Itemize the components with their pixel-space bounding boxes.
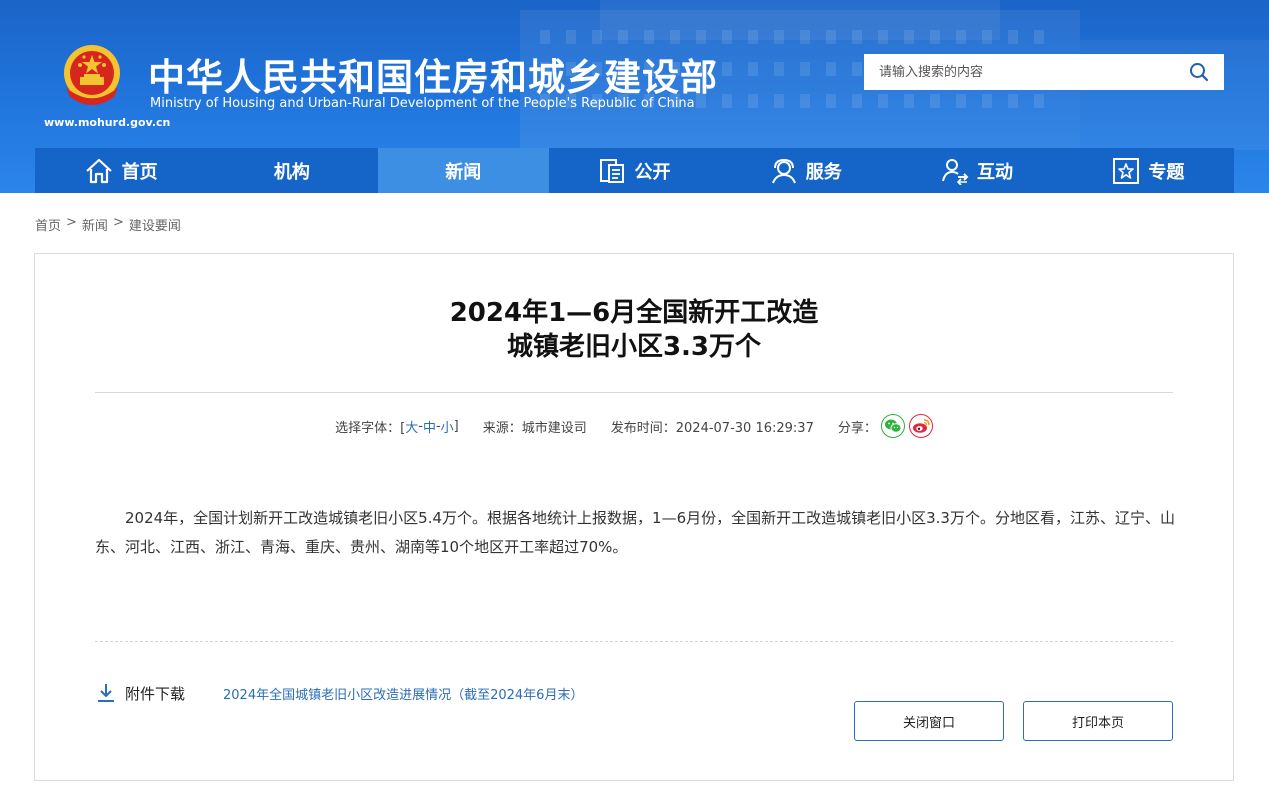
- share-group: 分享：: [838, 414, 933, 438]
- nav-item-label: 互动: [977, 161, 1014, 183]
- article-title-line: 2024年1—6月全国新开工改造: [449, 298, 819, 328]
- font-size-medium[interactable]: 中: [423, 417, 436, 436]
- attachment-label: 附件下载: [125, 684, 186, 703]
- print-page-button[interactable]: 打印本页: [1023, 701, 1173, 741]
- breadcrumb-news[interactable]: 新闻: [82, 215, 108, 234]
- nav-item-label: 公开: [634, 161, 671, 183]
- nav-item-topics[interactable]: 专题: [1063, 148, 1234, 193]
- title-divider: [95, 392, 1173, 393]
- attachment-section: 附件下载: [95, 682, 185, 704]
- font-size-label: 选择字体：[: [335, 420, 406, 436]
- service-icon: [771, 158, 796, 183]
- home-icon: [85, 158, 112, 183]
- content-divider: [95, 641, 1173, 642]
- article-container: 2024年1—6月全国新开工改造 城镇老旧小区3.3万个 选择字体：[ 大 - …: [34, 253, 1234, 781]
- search-box: [864, 54, 1224, 90]
- nav-item-news[interactable]: 新闻: [377, 148, 549, 193]
- breadcrumb-separator: >: [66, 215, 77, 230]
- nav-item-interact[interactable]: 互动: [891, 148, 1062, 193]
- download-icon: [98, 684, 114, 702]
- document-icon: [600, 158, 625, 183]
- breadcrumb-separator: >: [112, 215, 124, 230]
- article-title: 2024年1—6月全国新开工改造 城镇老旧小区3.3万个: [35, 296, 1233, 364]
- nav-item-label: 机构: [273, 161, 310, 183]
- nav-item-label: 首页: [121, 161, 158, 183]
- nav-item-public[interactable]: 公开: [549, 148, 720, 193]
- article-body: 2024年，全国计划新开工改造城镇老旧小区5.4万个。根据各地统计上报数据，1—…: [95, 509, 1175, 556]
- close-window-button[interactable]: 关闭窗口: [854, 701, 1004, 741]
- search-icon: [1190, 63, 1209, 82]
- font-size-large[interactable]: 大: [405, 417, 418, 436]
- font-size-close: ]: [453, 418, 459, 434]
- main-nav: 首页 机构 新闻 公开 服务 互动 专题: [35, 148, 1234, 193]
- national-emblem-icon: [64, 45, 120, 105]
- search-button[interactable]: [1174, 54, 1224, 90]
- nav-item-home[interactable]: 首页: [35, 148, 206, 193]
- breadcrumb: 首页 > 新闻 > 建设要闻: [35, 215, 181, 234]
- article-title-line: 城镇老旧小区3.3万个: [506, 332, 762, 362]
- nav-item-org[interactable]: 机构: [206, 148, 377, 193]
- breadcrumb-home[interactable]: 首页: [35, 215, 61, 234]
- share-wechat-button[interactable]: [880, 414, 905, 438]
- site-title-en: Ministry of Housing and Urban-Rural Deve…: [150, 96, 695, 111]
- share-weibo-button[interactable]: [908, 414, 933, 438]
- wechat-icon: [884, 419, 902, 433]
- share-label: 分享：: [837, 420, 877, 436]
- site-title-cn: 中华人民共和国住房和城乡建设部: [148, 56, 718, 99]
- font-size-selector: 选择字体：[ 大 - 中 - 小 ]: [335, 417, 459, 436]
- attachment-link[interactable]: 2024年全国城镇老旧小区改造进展情况（截至2024年6月末）: [223, 684, 583, 703]
- interact-icon: [942, 158, 969, 185]
- site-url: www.mohurd.gov.cn: [44, 116, 171, 129]
- search-input[interactable]: [864, 55, 1174, 89]
- breadcrumb-current[interactable]: 建设要闻: [129, 215, 181, 234]
- header-bg-windows: [540, 30, 1060, 44]
- weibo-icon: [912, 419, 930, 433]
- nav-item-service[interactable]: 服务: [720, 148, 891, 193]
- article-meta: 选择字体：[ 大 - 中 - 小 ] 来源：城市建设司 发布时间：2024-07…: [35, 414, 1233, 438]
- nav-item-label: 新闻: [445, 161, 482, 183]
- nav-item-label: 服务: [805, 161, 842, 183]
- nav-item-label: 专题: [1148, 161, 1185, 183]
- article-date: 发布时间：2024-07-30 16:29:37: [610, 420, 814, 436]
- article-source: 来源：城市建设司: [482, 420, 587, 436]
- font-size-small[interactable]: 小: [441, 417, 454, 436]
- site-header: 中华人民共和国住房和城乡建设部 Ministry of Housing and …: [0, 0, 1269, 193]
- star-icon: [1113, 157, 1140, 184]
